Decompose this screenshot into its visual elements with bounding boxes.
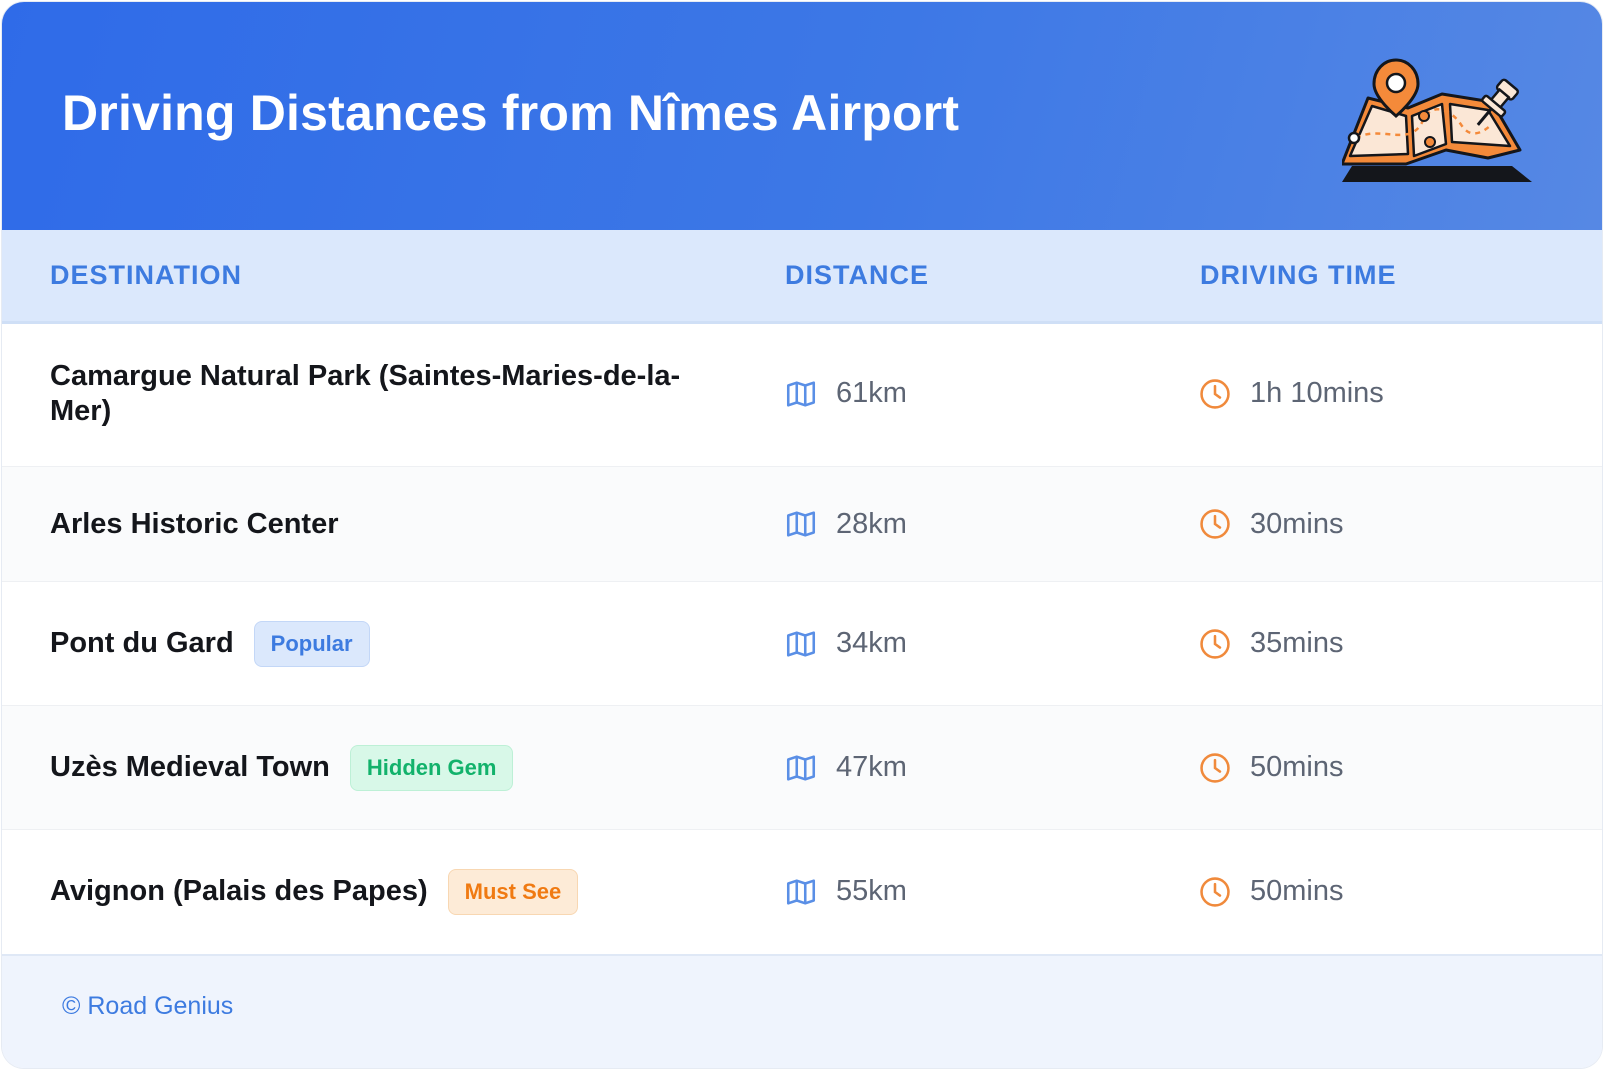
table-row: Camargue Natural Park (Saintes-Maries-de… (2, 321, 1602, 467)
table-row: Avignon (Palais des Papes) Must See 55km… (2, 830, 1602, 953)
clock-icon (1200, 378, 1230, 409)
time-value: 35mins (1250, 627, 1344, 659)
table-header: DESTINATION DISTANCE DRIVING TIME (2, 230, 1602, 324)
must-see-badge: Must See (447, 868, 579, 915)
distance-value: 34km (836, 627, 907, 659)
destination-name: Pont du Gard (50, 627, 234, 659)
destination-name: Avignon (Palais des Papes) (50, 875, 428, 907)
distance-value: 47km (836, 751, 907, 783)
time-cell: 1h 10mins (1198, 321, 1384, 466)
table-row: Arles Historic Center 28km 30mins (2, 467, 1602, 582)
table-row: Pont du Gard Popular 34km 35mins (2, 582, 1602, 706)
clock-icon (1200, 876, 1230, 907)
clock-icon (1200, 509, 1230, 539)
time-cell: 35mins (1198, 582, 1344, 705)
map-icon (786, 754, 816, 781)
distance-value: 61km (836, 377, 907, 409)
destination-name: Arles Historic Center (50, 507, 339, 540)
time-value: 1h 10mins (1250, 377, 1384, 409)
distance-cell: 34km (784, 582, 907, 705)
destination-name: Uzès Medieval Town (50, 751, 330, 783)
copyright-link[interactable]: © Road Genius (62, 956, 233, 1056)
distance-value: 28km (836, 507, 907, 540)
time-value: 30mins (1250, 507, 1344, 540)
map-icon (786, 380, 816, 407)
time-value: 50mins (1250, 875, 1344, 907)
distance-value: 55km (836, 875, 907, 907)
clock-icon (1200, 752, 1230, 783)
column-header-distance: DISTANCE (785, 260, 930, 290)
destination-name: Camargue Natural Park (Saintes-Maries-de… (50, 359, 681, 427)
hidden-gem-badge: Hidden Gem (349, 744, 514, 791)
time-cell: 50mins (1198, 830, 1344, 953)
page-title: Driving Distances from Nîmes Airport (62, 85, 960, 141)
destination-cell: Arles Historic Center (50, 467, 339, 581)
column-header-destination: DESTINATION (50, 260, 242, 290)
map-pin-illustration-icon (1342, 58, 1532, 182)
distance-cell: 28km (784, 467, 907, 581)
distance-cell: 47km (784, 706, 907, 829)
destination-cell: Pont du Gard Popular (50, 582, 370, 705)
card-footer: © Road Genius (2, 954, 1602, 1068)
destination-cell: Uzès Medieval Town Hidden Gem (50, 706, 514, 829)
map-icon (786, 878, 816, 905)
time-cell: 50mins (1198, 706, 1344, 829)
time-cell: 30mins (1198, 467, 1344, 581)
popular-badge: Popular (253, 620, 370, 667)
card-header: Driving Distances from Nîmes Airport (2, 2, 1602, 230)
destination-cell: Avignon (Palais des Papes) Must See (50, 830, 579, 953)
distance-cell: 55km (784, 830, 907, 953)
destination-cell: Camargue Natural Park (Saintes-Maries-de… (50, 321, 700, 466)
column-header-driving-time: DRIVING TIME (1200, 260, 1397, 290)
map-icon (786, 630, 816, 657)
table-row: Uzès Medieval Town Hidden Gem 47km 50min… (2, 706, 1602, 830)
distance-card: Driving Distances from Nîmes Airport DES… (2, 2, 1602, 1068)
clock-icon (1200, 628, 1230, 659)
map-icon (786, 511, 816, 537)
time-value: 50mins (1250, 751, 1344, 783)
distance-cell: 61km (784, 321, 907, 466)
